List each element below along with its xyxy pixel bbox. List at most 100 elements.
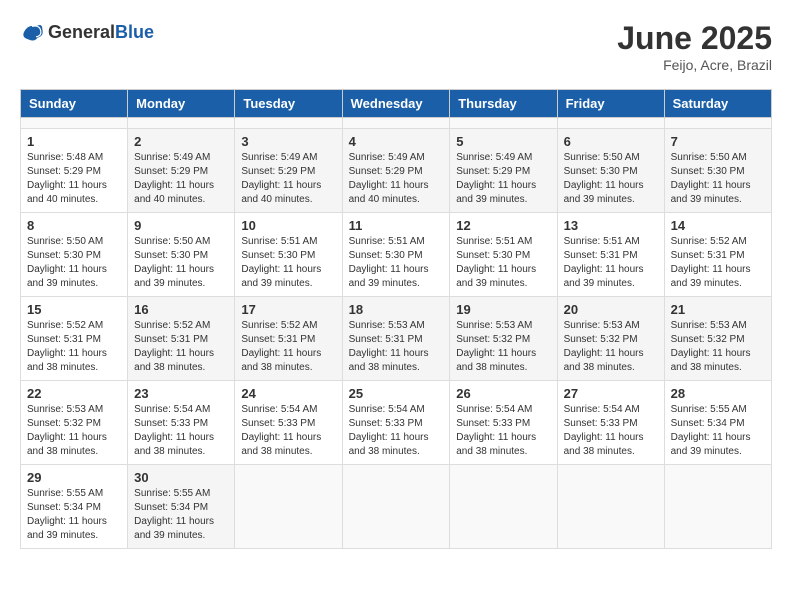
calendar-week-row: 8 Sunrise: 5:50 AM Sunset: 5:30 PM Daylig… [21, 213, 772, 297]
day-number: 30 [134, 470, 228, 485]
col-sunday: Sunday [21, 90, 128, 118]
table-row: 13Sunrise: 5:51 AM Sunset: 5:31 PM Dayli… [557, 213, 664, 297]
day-info: Sunrise: 5:51 AM Sunset: 5:30 PM Dayligh… [241, 235, 335, 291]
calendar-week-row: 29Sunrise: 5:55 AM Sunset: 5:34 PM Dayli… [21, 465, 772, 549]
table-row: 15 Sunrise: 5:52 AM Sunset: 5:31 PM Dayli… [21, 297, 128, 381]
day-number: 20 [564, 302, 658, 317]
table-row: 4 Sunrise: 5:49 AM Sunset: 5:29 PM Daylig… [342, 129, 450, 213]
day-info: Sunrise: 5:52 AM Sunset: 5:31 PM Dayligh… [671, 235, 765, 291]
day-info: Sunrise: 5:54 AM Sunset: 5:33 PM Dayligh… [134, 403, 228, 459]
table-row: 19Sunrise: 5:53 AM Sunset: 5:32 PM Dayli… [450, 297, 557, 381]
day-number: 12 [456, 218, 550, 233]
day-info: Sunrise: 5:55 AM Sunset: 5:34 PM Dayligh… [671, 403, 765, 459]
table-row: 20 Sunrise: 5:53 AM Sunset: 5:32 PM Dayli… [557, 297, 664, 381]
day-info: Sunrise: 5:53 AM Sunset: 5:32 PM Dayligh… [564, 319, 658, 375]
day-number: 15 [27, 302, 121, 317]
day-info: Sunrise: 5:53 AM Sunset: 5:32 PM Dayligh… [671, 319, 765, 375]
calendar-title: June 2025 [617, 20, 772, 57]
day-info: Sunrise: 5:49 AM Sunset: 5:29 PM Dayligh… [456, 151, 550, 207]
table-row [21, 118, 128, 129]
table-row: 7Sunrise: 5:50 AM Sunset: 5:30 PM Daylig… [664, 129, 771, 213]
calendar-week-row: 1Sunrise: 5:48 AM Sunset: 5:29 PM Daylig… [21, 129, 772, 213]
day-number: 25 [349, 386, 444, 401]
day-number: 17 [241, 302, 335, 317]
day-info: Sunrise: 5:53 AM Sunset: 5:31 PM Dayligh… [349, 319, 444, 375]
table-row: 14Sunrise: 5:52 AM Sunset: 5:31 PM Dayli… [664, 213, 771, 297]
day-number: 8 [27, 218, 121, 233]
day-info: Sunrise: 5:54 AM Sunset: 5:33 PM Dayligh… [349, 403, 444, 459]
day-info: Sunrise: 5:53 AM Sunset: 5:32 PM Dayligh… [456, 319, 550, 375]
day-info: Sunrise: 5:54 AM Sunset: 5:33 PM Dayligh… [456, 403, 550, 459]
day-info: Sunrise: 5:50 AM Sunset: 5:30 PM Dayligh… [27, 235, 121, 291]
table-row [664, 118, 771, 129]
day-number: 23 [134, 386, 228, 401]
day-number: 27 [564, 386, 658, 401]
day-number: 11 [349, 218, 444, 233]
table-row [235, 465, 342, 549]
logo: GeneralBlue [20, 20, 154, 44]
table-row: 18 Sunrise: 5:53 AM Sunset: 5:31 PM Dayli… [342, 297, 450, 381]
day-info: Sunrise: 5:52 AM Sunset: 5:31 PM Dayligh… [27, 319, 121, 375]
table-row: 2 Sunrise: 5:49 AM Sunset: 5:29 PM Daylig… [128, 129, 235, 213]
day-info: Sunrise: 5:51 AM Sunset: 5:30 PM Dayligh… [456, 235, 550, 291]
logo-general: General [48, 22, 115, 42]
table-row: 9 Sunrise: 5:50 AM Sunset: 5:30 PM Daylig… [128, 213, 235, 297]
day-number: 5 [456, 134, 550, 149]
table-row: 25 Sunrise: 5:54 AM Sunset: 5:33 PM Dayli… [342, 381, 450, 465]
day-info: Sunrise: 5:50 AM Sunset: 5:30 PM Dayligh… [564, 151, 658, 207]
table-row [557, 118, 664, 129]
title-block: June 2025 Feijo, Acre, Brazil [617, 20, 772, 73]
col-friday: Friday [557, 90, 664, 118]
day-number: 18 [349, 302, 444, 317]
day-info: Sunrise: 5:55 AM Sunset: 5:34 PM Dayligh… [27, 487, 121, 543]
day-number: 21 [671, 302, 765, 317]
col-monday: Monday [128, 90, 235, 118]
table-row: 11 Sunrise: 5:51 AM Sunset: 5:30 PM Dayli… [342, 213, 450, 297]
logo-icon [20, 20, 44, 44]
calendar-week-row [21, 118, 772, 129]
day-info: Sunrise: 5:50 AM Sunset: 5:30 PM Dayligh… [134, 235, 228, 291]
logo-blue: Blue [115, 22, 154, 42]
table-row [342, 465, 450, 549]
day-number: 22 [27, 386, 121, 401]
day-info: Sunrise: 5:49 AM Sunset: 5:29 PM Dayligh… [349, 151, 444, 207]
day-number: 10 [241, 218, 335, 233]
table-row: 23 Sunrise: 5:54 AM Sunset: 5:33 PM Dayli… [128, 381, 235, 465]
table-row: 1Sunrise: 5:48 AM Sunset: 5:29 PM Daylig… [21, 129, 128, 213]
day-info: Sunrise: 5:55 AM Sunset: 5:34 PM Dayligh… [134, 487, 228, 543]
col-thursday: Thursday [450, 90, 557, 118]
table-row: 16Sunrise: 5:52 AM Sunset: 5:31 PM Dayli… [128, 297, 235, 381]
table-row: 24Sunrise: 5:54 AM Sunset: 5:33 PM Dayli… [235, 381, 342, 465]
table-row [450, 465, 557, 549]
table-row: 17Sunrise: 5:52 AM Sunset: 5:31 PM Dayli… [235, 297, 342, 381]
day-number: 9 [134, 218, 228, 233]
calendar-header-row: Sunday Monday Tuesday Wednesday Thursday… [21, 90, 772, 118]
table-row: 10 Sunrise: 5:51 AM Sunset: 5:30 PM Dayli… [235, 213, 342, 297]
day-info: Sunrise: 5:48 AM Sunset: 5:29 PM Dayligh… [27, 151, 121, 207]
day-info: Sunrise: 5:49 AM Sunset: 5:29 PM Dayligh… [134, 151, 228, 207]
day-number: 6 [564, 134, 658, 149]
day-info: Sunrise: 5:51 AM Sunset: 5:30 PM Dayligh… [349, 235, 444, 291]
day-info: Sunrise: 5:54 AM Sunset: 5:33 PM Dayligh… [241, 403, 335, 459]
day-number: 16 [134, 302, 228, 317]
table-row: 30 Sunrise: 5:55 AM Sunset: 5:34 PM Dayli… [128, 465, 235, 549]
day-number: 7 [671, 134, 765, 149]
calendar-location: Feijo, Acre, Brazil [617, 57, 772, 73]
table-row [128, 118, 235, 129]
table-row: 22 Sunrise: 5:53 AM Sunset: 5:32 PM Dayli… [21, 381, 128, 465]
day-number: 4 [349, 134, 444, 149]
table-row: 27Sunrise: 5:54 AM Sunset: 5:33 PM Dayli… [557, 381, 664, 465]
table-row [557, 465, 664, 549]
day-info: Sunrise: 5:51 AM Sunset: 5:31 PM Dayligh… [564, 235, 658, 291]
day-number: 3 [241, 134, 335, 149]
day-info: Sunrise: 5:49 AM Sunset: 5:29 PM Dayligh… [241, 151, 335, 207]
table-row: 26Sunrise: 5:54 AM Sunset: 5:33 PM Dayli… [450, 381, 557, 465]
col-wednesday: Wednesday [342, 90, 450, 118]
day-info: Sunrise: 5:53 AM Sunset: 5:32 PM Dayligh… [27, 403, 121, 459]
calendar-week-row: 15 Sunrise: 5:52 AM Sunset: 5:31 PM Dayli… [21, 297, 772, 381]
table-row: 8 Sunrise: 5:50 AM Sunset: 5:30 PM Daylig… [21, 213, 128, 297]
table-row: 29Sunrise: 5:55 AM Sunset: 5:34 PM Dayli… [21, 465, 128, 549]
col-tuesday: Tuesday [235, 90, 342, 118]
calendar-table: Sunday Monday Tuesday Wednesday Thursday… [20, 89, 772, 549]
day-number: 2 [134, 134, 228, 149]
